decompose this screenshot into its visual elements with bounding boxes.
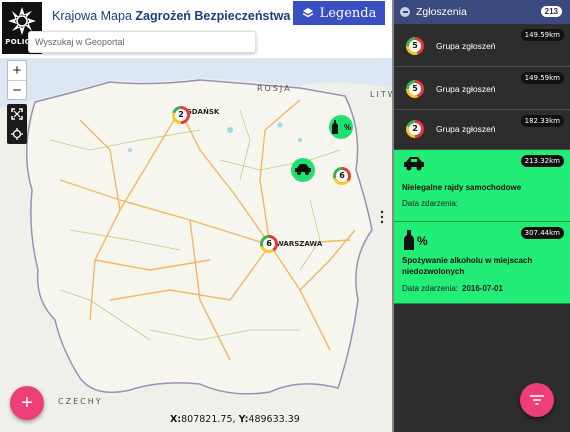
report-title-line1: Spożywanie alkoholu w miejscach [402, 256, 533, 265]
panel-title: Zgłoszenia [416, 6, 467, 18]
distance-badge: 307.44km [520, 227, 564, 239]
city-label-gdansk: GDAŃSK [186, 108, 220, 116]
app-header: POLICJA Krajowa Mapa Zagrożeń Bezpieczeń… [0, 0, 392, 58]
search-input[interactable] [28, 31, 256, 53]
cluster-count: 2 [175, 109, 187, 121]
group-label: Grupa zgłoszeń [436, 124, 496, 134]
report-count-badge: 213 [540, 6, 562, 17]
app-title-prefix: Krajowa Mapa [52, 9, 136, 23]
coord-y-label: Y: [238, 414, 249, 425]
distance-badge: 149.59km [520, 72, 564, 84]
map-tools [7, 104, 27, 144]
app-title-bold: Zagrożeń Bezpieczeństwa [135, 9, 291, 23]
distance-badge: 213.32km [520, 155, 564, 167]
fullscreen-button[interactable] [7, 104, 27, 124]
alcohol-marker[interactable]: % [329, 115, 353, 139]
zoom-out-button[interactable]: − [8, 80, 26, 99]
map-area[interactable]: ROSJA LITW CZECHY GDAŃSK WARSZAWA 2 6 6 … [0, 0, 392, 432]
group-count: 5 [409, 83, 421, 95]
group-label: Grupa zgłoszeń [436, 84, 496, 94]
distance-badge: 182.33km [520, 115, 564, 127]
legend-label: Legenda [319, 5, 377, 21]
city-label-warszawa: WARSZAWA [276, 240, 323, 248]
report-icon-label: % [417, 234, 428, 248]
alcohol-icon [404, 230, 414, 250]
locate-button[interactable] [7, 124, 27, 144]
group-count: 5 [409, 40, 421, 52]
coord-x-value: 807821.75, [181, 414, 236, 425]
cluster-icon: 2 [406, 120, 424, 138]
report-title: Nielegalne rajdy samochodowe [402, 183, 522, 192]
group-item[interactable]: 5 Grupa zgłoszeń 149.59km [394, 67, 570, 110]
locate-icon [11, 128, 23, 140]
report-date-label: Data zdarzenia: [402, 199, 459, 208]
country-label-lithuania: LITW [370, 90, 392, 99]
coord-y-value: 489633.39 [248, 414, 300, 425]
coord-x-label: X: [170, 414, 182, 425]
report-title-line2: niedozwolonych [402, 267, 465, 276]
cluster-marker[interactable]: 6 [333, 167, 351, 185]
cluster-icon: 5 [406, 37, 424, 55]
filter-icon [530, 395, 544, 405]
car-race-icon [295, 164, 311, 175]
add-report-button[interactable]: + [10, 386, 44, 420]
distance-badge: 149.59km [520, 29, 564, 41]
group-count: 2 [409, 123, 421, 135]
car-race-marker[interactable] [291, 158, 315, 182]
report-date-value: 2016-07-01 [462, 284, 503, 293]
collapse-icon[interactable] [400, 7, 410, 17]
report-item[interactable]: % 307.44km Spożywanie alkoholu w miejsca… [394, 222, 570, 304]
legend-button[interactable]: Legenda [293, 1, 385, 25]
cluster-marker[interactable]: 6 [260, 235, 278, 253]
cluster-marker[interactable]: 2 [172, 106, 190, 124]
panel-header: Zgłoszenia 213 [394, 0, 570, 24]
app-title: Krajowa Mapa Zagrożeń Bezpieczeństwa [52, 9, 290, 23]
zoom-in-button[interactable]: + [8, 61, 26, 80]
country-label-czech: CZECHY [58, 397, 103, 406]
fullscreen-icon [11, 108, 23, 120]
map-canvas[interactable] [0, 0, 392, 432]
zoom-controls: + − [7, 60, 27, 100]
cluster-count: 6 [263, 238, 275, 250]
report-item[interactable]: 213.32km Nielegalne rajdy samochodowe Da… [394, 150, 570, 222]
cluster-count: 6 [336, 170, 348, 182]
marker-label: % [343, 122, 352, 132]
report-date-label: Data zdarzenia: [402, 284, 459, 293]
panel-resize-handle[interactable] [380, 210, 384, 224]
group-label: Grupa zgłoszeń [436, 41, 496, 51]
cluster-icon: 5 [406, 80, 424, 98]
filter-button[interactable] [520, 383, 554, 417]
car-race-icon [404, 157, 424, 171]
layers-icon [302, 8, 313, 18]
group-item[interactable]: 2 Grupa zgłoszeń 182.33km [394, 110, 570, 150]
reports-panel: Zgłoszenia 213 5 Grupa zgłoszeń 149.59km… [392, 0, 570, 432]
coordinates-readout: X:807821.75, Y:489633.39 [170, 414, 300, 425]
group-item[interactable]: 5 Grupa zgłoszeń 149.59km [394, 24, 570, 67]
country-label-russia: ROSJA [257, 84, 292, 93]
